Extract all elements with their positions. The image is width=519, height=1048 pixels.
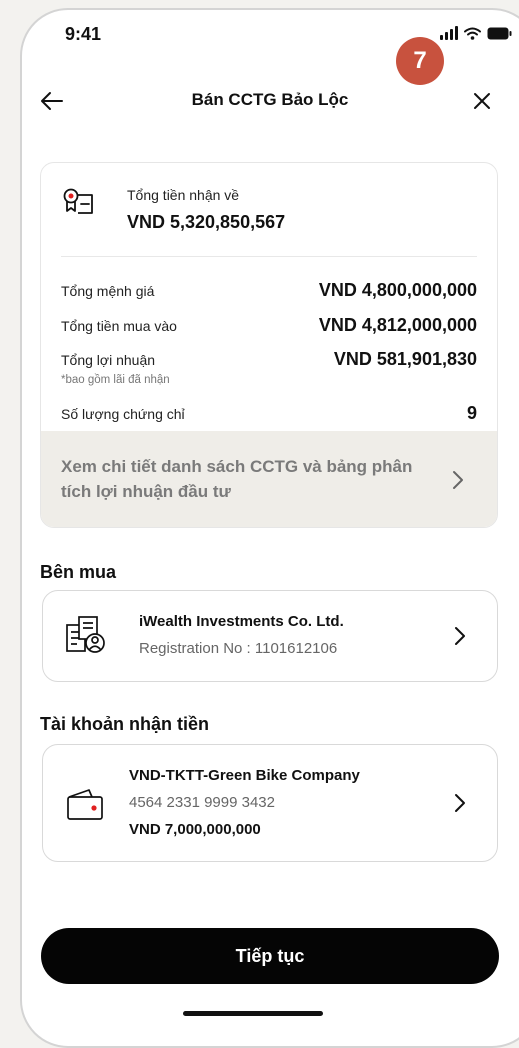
certificate-count-row: Số lượng chứng chỉ 9 xyxy=(61,403,477,424)
view-details-text: Xem chi tiết danh sách CCTG và bảng phân… xyxy=(61,457,413,501)
close-icon xyxy=(474,93,490,109)
continue-button[interactable]: Tiếp tục xyxy=(41,928,499,984)
step-badge: 7 xyxy=(396,37,444,85)
company-document-icon xyxy=(66,616,105,653)
row-label: Tổng lợi nhuận xyxy=(61,352,156,368)
row-label: Tổng tiền mua vào xyxy=(61,318,177,334)
profit-note: *bao gồm lãi đã nhận xyxy=(61,374,170,386)
profit-row: Tổng lợi nhuận VND 581,901,830 xyxy=(61,349,477,370)
account-section-title: Tài khoản nhận tiền xyxy=(40,714,210,734)
buyer-name: iWealth Investments Co. Ltd. xyxy=(139,613,344,630)
certificate-icon xyxy=(63,188,93,214)
purchase-amount-row: Tổng tiền mua vào VND 4,812,000,000 xyxy=(61,315,477,336)
buyer-card[interactable]: iWealth Investments Co. Ltd. Registratio… xyxy=(42,590,498,682)
signal-icon xyxy=(440,26,458,40)
account-number: 4564 2331 9999 3432 xyxy=(129,794,275,811)
row-label: Tổng mệnh giá xyxy=(61,283,155,299)
chevron-right-icon xyxy=(455,627,465,645)
home-indicator xyxy=(183,1011,323,1016)
row-value: VND 581,901,830 xyxy=(333,349,477,369)
summary-card: Tổng tiền nhận về VND 5,320,850,567 Tổng… xyxy=(40,162,498,528)
status-icons xyxy=(440,26,512,40)
wifi-icon xyxy=(464,27,481,40)
close-button[interactable] xyxy=(472,84,492,120)
view-details-link[interactable]: Xem chi tiết danh sách CCTG và bảng phân… xyxy=(41,431,497,527)
account-name: VND-TKTT-Green Bike Company xyxy=(129,767,360,784)
battery-icon xyxy=(487,27,512,40)
total-received-label: Tổng tiền nhận về xyxy=(127,187,240,203)
wallet-icon xyxy=(67,789,103,820)
chevron-right-icon xyxy=(455,794,465,812)
chevron-right-icon xyxy=(453,471,463,489)
buyer-section-title: Bên mua xyxy=(40,562,117,582)
row-value: VND 4,812,000,000 xyxy=(318,315,477,335)
receiving-account-card[interactable]: VND-TKTT-Green Bike Company 4564 2331 99… xyxy=(42,744,498,862)
row-value: VND 4,800,000,000 xyxy=(318,280,477,300)
status-time: 9:41 xyxy=(65,24,102,44)
buyer-registration: Registration No : 1101612106 xyxy=(139,640,338,657)
page-title: Bán CCTG Bảo Lộc xyxy=(191,90,349,109)
screen: 9:41 7 Bán CCTG Bảo Lộc Tổng tiền nhận v… xyxy=(20,0,519,1020)
row-label: Số lượng chứng chỉ xyxy=(61,406,185,422)
account-balance: VND 7,000,000,000 xyxy=(129,821,261,838)
row-value: 9 xyxy=(466,403,477,423)
face-value-row: Tổng mệnh giá VND 4,800,000,000 xyxy=(61,280,477,301)
divider xyxy=(61,256,477,257)
total-received-value: VND 5,320,850,567 xyxy=(127,212,286,232)
